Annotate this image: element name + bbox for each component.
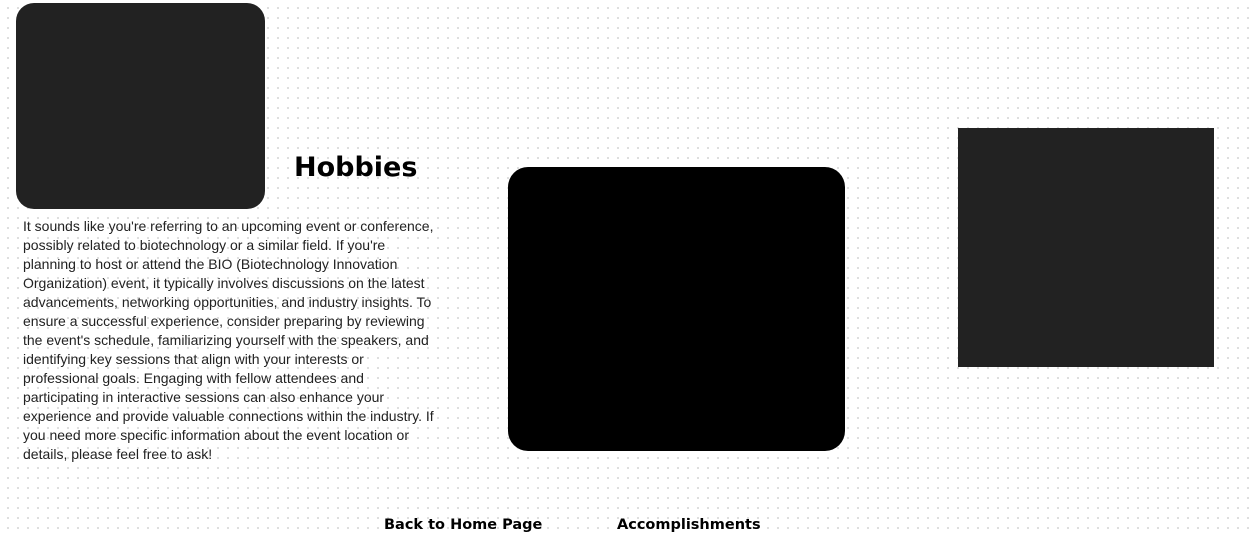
hobby-image-left [16,3,265,209]
hobby-image-right [958,128,1214,367]
hobbies-description: It sounds like you're referring to an up… [23,218,434,462]
back-to-home-link[interactable]: Back to Home Page [384,515,542,535]
hobby-image-center [508,167,845,451]
page-title: Hobbies [294,152,418,183]
accomplishments-link[interactable]: Accomplishments [617,515,761,535]
